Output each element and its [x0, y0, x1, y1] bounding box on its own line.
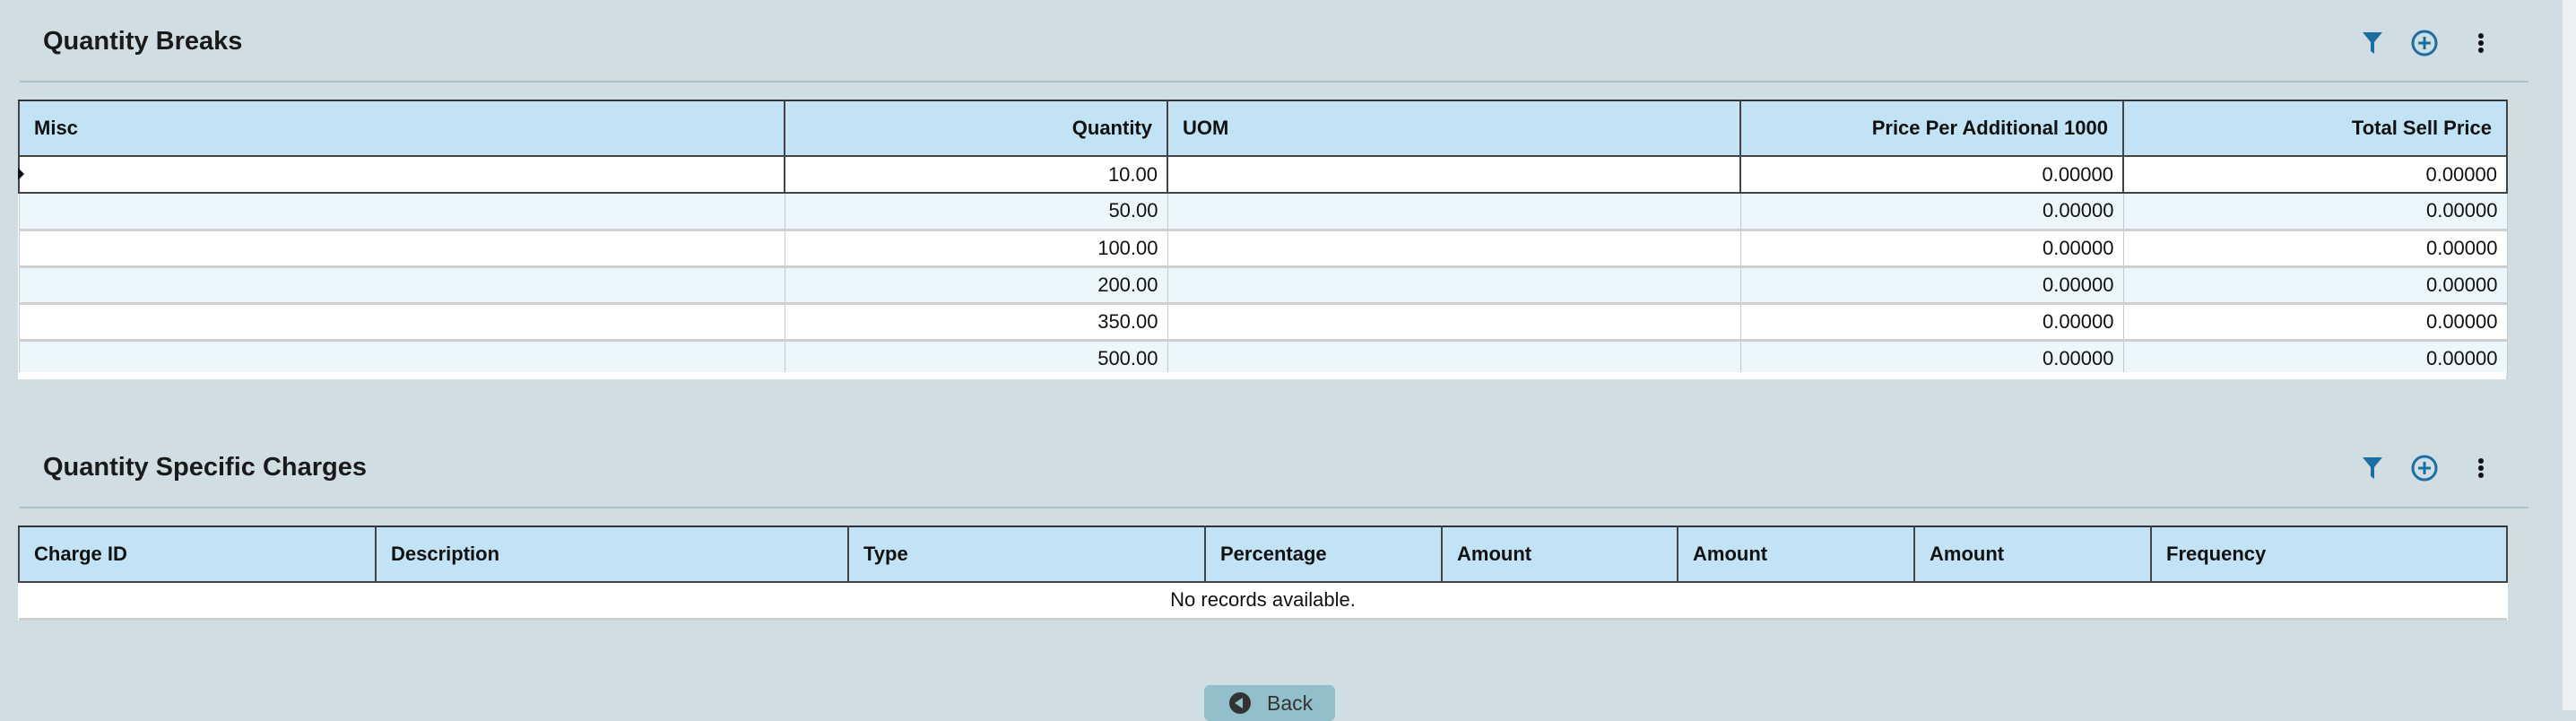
- cell-quantity[interactable]: 100.00: [784, 230, 1168, 268]
- back-button[interactable]: Back: [1204, 685, 1335, 721]
- cell-price-per-1000[interactable]: 0.00000: [1739, 340, 2124, 378]
- quantity-specific-charges-table: Charge ID Description Type Percentage Am…: [18, 526, 2508, 621]
- column-header-misc[interactable]: Misc: [18, 100, 785, 157]
- column-header-price-per-1000[interactable]: Price Per Additional 1000: [1739, 100, 2124, 157]
- quantity-breaks-title: Quantity Breaks: [43, 27, 243, 56]
- cell-uom[interactable]: [1167, 340, 1741, 378]
- cell-uom[interactable]: [1167, 266, 1741, 305]
- cell-quantity[interactable]: 350.00: [784, 303, 1168, 342]
- filter-icon[interactable]: [2356, 452, 2389, 484]
- cell-total-sell-price[interactable]: 0.00000: [2122, 155, 2508, 194]
- filter-icon[interactable]: [2356, 27, 2389, 59]
- table-row[interactable]: 100.00 0.00000 0.00000: [18, 230, 2508, 268]
- add-circle-icon[interactable]: [2408, 452, 2441, 484]
- cell-uom[interactable]: [1167, 230, 1741, 268]
- cell-price-per-1000[interactable]: 0.00000: [1739, 155, 2124, 194]
- more-options-icon[interactable]: [2465, 27, 2497, 59]
- cell-total-sell-price[interactable]: 0.00000: [2122, 266, 2508, 305]
- column-header-uom[interactable]: UOM: [1167, 100, 1741, 157]
- table-row[interactable]: 50.00 0.00000 0.00000: [18, 193, 2508, 231]
- cell-price-per-1000[interactable]: 0.00000: [1739, 193, 2124, 231]
- column-header-percentage[interactable]: Percentage: [1204, 526, 1443, 583]
- row-selector-icon: [18, 168, 24, 180]
- cell-total-sell-price[interactable]: 0.00000: [2122, 303, 2508, 342]
- table-footer: [18, 372, 2506, 379]
- cell-total-sell-price[interactable]: 0.00000: [2122, 230, 2508, 268]
- section-divider: [20, 81, 2528, 83]
- cell-misc[interactable]: [18, 340, 785, 378]
- column-header-charge-id[interactable]: Charge ID: [18, 526, 377, 583]
- cell-price-per-1000[interactable]: 0.00000: [1739, 266, 2124, 305]
- back-arrow-icon: [1229, 692, 1251, 714]
- more-options-icon[interactable]: [2465, 452, 2497, 484]
- column-header-amount[interactable]: Amount: [1441, 526, 1678, 583]
- right-edge-strip: [2563, 0, 2576, 710]
- cell-total-sell-price[interactable]: 0.00000: [2122, 340, 2508, 378]
- cell-misc[interactable]: [18, 266, 785, 305]
- cell-misc[interactable]: [18, 303, 785, 342]
- cell-uom[interactable]: [1167, 155, 1741, 194]
- table-row[interactable]: 200.00 0.00000 0.00000: [18, 266, 2508, 305]
- cell-price-per-1000[interactable]: 0.00000: [1739, 303, 2124, 342]
- column-header-quantity[interactable]: Quantity: [784, 100, 1168, 157]
- column-header-type[interactable]: Type: [847, 526, 1206, 583]
- cell-price-per-1000[interactable]: 0.00000: [1739, 230, 2124, 268]
- column-header-amount[interactable]: Amount: [1913, 526, 2152, 583]
- add-circle-icon[interactable]: [2408, 27, 2441, 59]
- table-row[interactable]: 500.00 0.00000 0.00000: [18, 340, 2508, 378]
- table-row[interactable]: 350.00 0.00000 0.00000: [18, 303, 2508, 342]
- cell-quantity[interactable]: 50.00: [784, 193, 1168, 231]
- cell-uom[interactable]: [1167, 193, 1741, 231]
- cell-uom[interactable]: [1167, 303, 1741, 342]
- section-divider: [20, 507, 2528, 508]
- back-label: Back: [1267, 691, 1314, 715]
- cell-quantity[interactable]: 10.00: [784, 155, 1168, 194]
- column-header-description[interactable]: Description: [375, 526, 849, 583]
- no-records-message: No records available.: [19, 582, 2507, 621]
- cell-misc[interactable]: [18, 193, 785, 231]
- table-row[interactable]: 10.00 0.00000 0.00000: [18, 155, 2508, 194]
- column-header-total-sell-price[interactable]: Total Sell Price: [2122, 100, 2508, 157]
- cell-misc[interactable]: [18, 230, 785, 268]
- column-header-amount[interactable]: Amount: [1677, 526, 1915, 583]
- cell-misc[interactable]: [18, 155, 785, 194]
- quantity-specific-charges-title: Quantity Specific Charges: [43, 453, 367, 482]
- quantity-breaks-table: Misc Quantity UOM Price Per Additional 1…: [18, 100, 2508, 378]
- cell-total-sell-price[interactable]: 0.00000: [2122, 193, 2508, 231]
- cell-quantity[interactable]: 200.00: [784, 266, 1168, 305]
- cell-quantity[interactable]: 500.00: [784, 340, 1168, 378]
- column-header-frequency[interactable]: Frequency: [2150, 526, 2508, 583]
